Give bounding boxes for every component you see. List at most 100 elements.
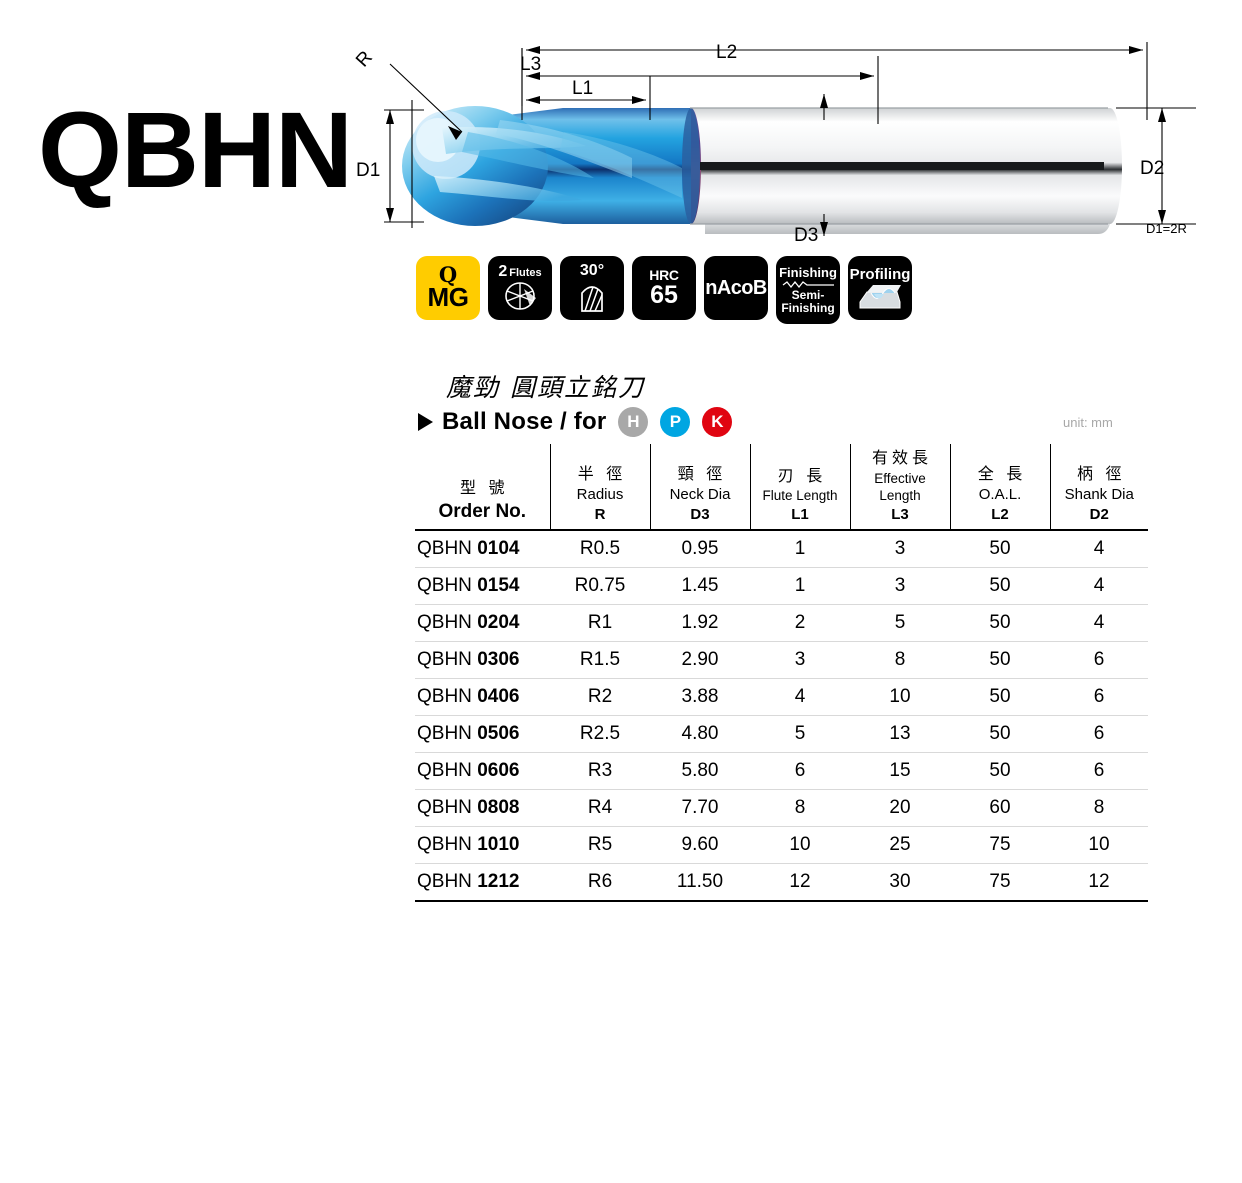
column-header-order-no-en: Order No.: [438, 500, 527, 522]
cell-flute-length: 5: [750, 715, 850, 754]
table-row: QBHN 1212 R6 11.50 12 30 75 12: [415, 863, 1148, 903]
tool-technical-drawing: L2 L3 L1 D1 D2 D3 R D1=2R: [350, 28, 1230, 243]
dim-d1-label: D1: [356, 160, 380, 181]
order-code: 0506: [477, 723, 520, 745]
flutes-count: 2: [498, 263, 508, 280]
cell-shank-dia: 4: [1050, 530, 1148, 569]
cell-neck-dia: 2.90: [650, 641, 750, 680]
cell-effective-length: 3: [850, 530, 950, 569]
cell-order-no: QBHN 0306: [415, 641, 550, 680]
cell-order-no: QBHN 0406: [415, 678, 550, 717]
cell-shank-dia: 10: [1050, 826, 1148, 865]
triangle-bullet-icon: [418, 413, 433, 431]
material-badge-h-letter: H: [627, 412, 640, 431]
cell-oal: 50: [950, 678, 1050, 717]
cell-flute-length: 8: [750, 789, 850, 828]
order-prefix: QBHN: [417, 538, 472, 560]
column-header-oal: 全 長 O.A.L. L2: [950, 444, 1051, 532]
column-header-order-no: 型 號 Order No.: [415, 444, 551, 532]
mg-badge-label: MG: [427, 281, 469, 312]
dim-r-label: R: [352, 47, 377, 71]
table-row: QBHN 0204 R1 1.92 2 5 50 4: [415, 604, 1148, 643]
mg-badge: Q MG: [416, 256, 480, 320]
series-title: QBHN: [38, 89, 353, 210]
cell-shank-dia: 6: [1050, 752, 1148, 791]
semi-finishing-label-2: Finishing: [781, 300, 835, 315]
cell-shank-dia: 12: [1050, 863, 1148, 903]
material-badge-k-letter: K: [711, 412, 724, 431]
table-row: QBHN 1010 R5 9.60 10 25 75 10: [415, 826, 1148, 865]
cell-effective-length: 20: [850, 789, 950, 828]
cell-radius: R6: [550, 863, 650, 903]
cell-oal: 75: [950, 826, 1050, 865]
cell-oal: 50: [950, 752, 1050, 791]
column-header-flute-length-code: L1: [791, 505, 809, 523]
cell-effective-length: 5: [850, 604, 950, 643]
profiling-badge: Profiling: [848, 256, 912, 320]
cell-neck-dia: 3.88: [650, 678, 750, 717]
order-prefix: QBHN: [417, 575, 472, 597]
order-code: 0154: [477, 575, 520, 597]
cell-neck-dia: 9.60: [650, 826, 750, 865]
column-header-neck-dia-en: Neck Dia: [669, 486, 731, 504]
dim-d3-label: D3: [794, 225, 818, 243]
material-badge-p-letter: P: [669, 412, 682, 431]
cell-neck-dia: 1.45: [650, 567, 750, 606]
order-code: 0204: [477, 612, 520, 634]
cell-effective-length: 8: [850, 641, 950, 680]
table-header-row: 型 號 Order No. 半 徑 Radius R 頸 徑 Neck Dia …: [415, 444, 1148, 532]
cell-radius: R2: [550, 678, 650, 717]
cell-flute-length: 1: [750, 567, 850, 606]
dim-l2-label: L2: [716, 42, 737, 63]
column-header-shank-dia-en: Shank Dia: [1064, 486, 1134, 504]
specification-table: 型 號 Order No. 半 徑 Radius R 頸 徑 Neck Dia …: [415, 444, 1148, 903]
column-header-effective-length-code: L3: [891, 505, 909, 523]
order-code: 0606: [477, 760, 520, 782]
cell-effective-length: 10: [850, 678, 950, 717]
column-header-radius-en: Radius: [576, 486, 624, 504]
order-prefix: QBHN: [417, 797, 472, 819]
table-row: QBHN 0606 R3 5.80 6 15 50 6: [415, 752, 1148, 791]
cell-radius: R2.5: [550, 715, 650, 754]
cell-radius: R4: [550, 789, 650, 828]
column-header-neck-dia: 頸 徑 Neck Dia D3: [650, 444, 751, 532]
cell-flute-length: 1: [750, 530, 850, 569]
cell-radius: R5: [550, 826, 650, 865]
cell-order-no: QBHN 0104: [415, 530, 550, 569]
cell-oal: 50: [950, 715, 1050, 754]
cell-neck-dia: 4.80: [650, 715, 750, 754]
profiling-label: Profiling: [849, 265, 911, 283]
column-header-neck-dia-code: D3: [690, 505, 710, 523]
flutes-label: Flutes: [509, 267, 542, 279]
hardness-badge: HRC 65: [632, 256, 696, 320]
order-prefix: QBHN: [417, 612, 472, 634]
table-row: QBHN 0506 R2.5 4.80 5 13 50 6: [415, 715, 1148, 754]
helix-angle-badge: 30°: [560, 256, 624, 320]
cell-shank-dia: 4: [1050, 567, 1148, 606]
cell-shank-dia: 8: [1050, 789, 1148, 828]
order-prefix: QBHN: [417, 686, 472, 708]
helix-flute-icon: [581, 286, 603, 312]
column-header-radius: 半 徑 Radius R: [550, 444, 651, 532]
datasheet-page: QBHN L2 L3 L1 D1 D2 D3 R D1=2R Q MG 2 Fl…: [0, 0, 1242, 1183]
cell-flute-length: 10: [750, 826, 850, 865]
cell-neck-dia: 5.80: [650, 752, 750, 791]
table-row: QBHN 0306 R1.5 2.90 3 8 50 6: [415, 641, 1148, 680]
column-header-flute-length: 刃 長 Flute Length L1: [750, 444, 851, 532]
product-title-cn: 魔勁 圓頭立銘刀: [446, 373, 645, 402]
cell-oal: 50: [950, 604, 1050, 643]
cell-oal: 50: [950, 567, 1050, 606]
order-prefix: QBHN: [417, 649, 472, 671]
order-prefix: QBHN: [417, 723, 472, 745]
column-header-shank-dia-code: D2: [1089, 505, 1109, 523]
column-header-effective-length: 有效長 Effective Length L3: [850, 444, 951, 532]
column-header-effective-length-en: Effective Length: [874, 470, 926, 504]
table-row: QBHN 0154 R0.75 1.45 1 3 50 4: [415, 567, 1148, 606]
column-header-shank-dia: 柄 徑 Shank Dia D2: [1050, 444, 1148, 532]
column-header-oal-code: L2: [991, 505, 1009, 523]
cell-order-no: QBHN 0506: [415, 715, 550, 754]
cell-shank-dia: 4: [1050, 604, 1148, 643]
cell-flute-length: 3: [750, 641, 850, 680]
cell-shank-dia: 6: [1050, 678, 1148, 717]
cell-order-no: QBHN 0154: [415, 567, 550, 606]
